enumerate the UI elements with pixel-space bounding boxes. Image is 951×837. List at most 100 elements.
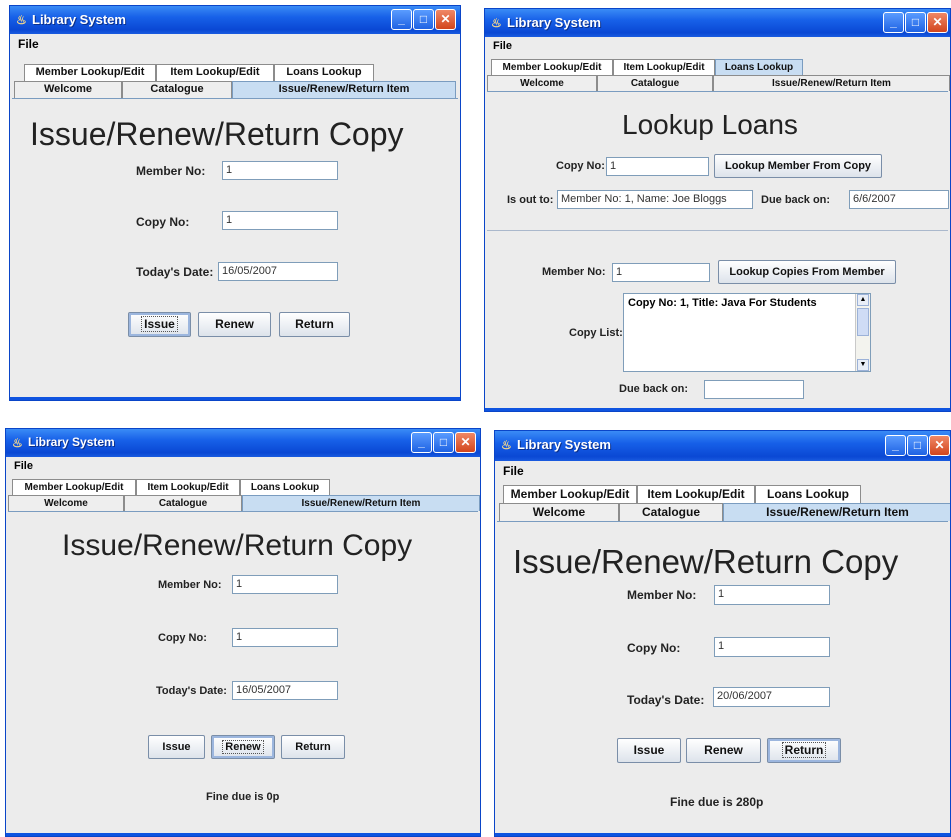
is-out-to-label: Is out to: bbox=[507, 194, 554, 206]
copy-list-label: Copy List: bbox=[569, 327, 623, 339]
tab-loans-lookup[interactable]: Loans Lookup bbox=[715, 59, 803, 75]
window-issue-3: ♨ Library System _ □ ✕ File Member Looku… bbox=[494, 430, 951, 837]
tab-item-lookup[interactable]: Item Lookup/Edit bbox=[637, 485, 755, 503]
scroll-down-icon[interactable]: ▼ bbox=[857, 359, 869, 371]
copy-no-field[interactable]: 1 bbox=[714, 637, 830, 657]
tab-catalogue[interactable]: Catalogue bbox=[597, 75, 713, 91]
tab-issue-renew-return[interactable]: Issue/Renew/Return Item bbox=[242, 495, 480, 511]
title-bar[interactable]: ♨ Library System _ □ ✕ bbox=[485, 9, 950, 37]
issue-button[interactable]: Issue bbox=[128, 312, 191, 337]
issue-button[interactable]: Issue bbox=[617, 738, 681, 763]
todays-date-field[interactable]: 20/06/2007 bbox=[713, 687, 830, 707]
tab-issue-renew-return[interactable]: Issue/Renew/Return Item bbox=[713, 75, 950, 91]
tab-member-lookup[interactable]: Member Lookup/Edit bbox=[12, 479, 136, 495]
todays-date-field[interactable]: 16/05/2007 bbox=[232, 681, 338, 700]
java-app-icon: ♨ bbox=[12, 436, 23, 450]
minimize-icon[interactable]: _ bbox=[411, 432, 432, 453]
window-title: Library System bbox=[28, 435, 115, 449]
tab-loans-lookup[interactable]: Loans Lookup bbox=[274, 64, 374, 81]
member-no-label: Member No: bbox=[158, 579, 222, 591]
section-separator bbox=[487, 230, 948, 231]
title-bar[interactable]: ♨ Library System _ □ ✕ bbox=[495, 431, 950, 461]
maximize-icon[interactable]: □ bbox=[907, 435, 928, 456]
minimize-icon[interactable]: _ bbox=[885, 435, 906, 456]
close-icon[interactable]: ✕ bbox=[455, 432, 476, 453]
window-lookup-loans: ♨ Library System _ □ ✕ File Member Looku… bbox=[484, 8, 951, 412]
tab-member-lookup[interactable]: Member Lookup/Edit bbox=[503, 485, 637, 503]
window-issue-1: ♨ Library System _ □ ✕ File Member Looku… bbox=[9, 5, 461, 401]
tab-item-lookup[interactable]: Item Lookup/Edit bbox=[156, 64, 274, 81]
close-icon[interactable]: ✕ bbox=[929, 435, 950, 456]
tab-issue-renew-return[interactable]: Issue/Renew/Return Item bbox=[723, 503, 950, 521]
tab-loans-lookup[interactable]: Loans Lookup bbox=[240, 479, 330, 495]
window-title: Library System bbox=[32, 12, 126, 27]
maximize-icon[interactable]: □ bbox=[905, 12, 926, 33]
tab-issue-renew-return[interactable]: Issue/Renew/Return Item bbox=[232, 81, 456, 98]
lookup-member-from-copy-button[interactable]: Lookup Member From Copy bbox=[714, 154, 882, 178]
tab-welcome[interactable]: Welcome bbox=[8, 495, 124, 511]
issue-button[interactable]: Issue bbox=[148, 735, 205, 759]
menu-file[interactable]: File bbox=[493, 40, 512, 52]
tab-item-lookup[interactable]: Item Lookup/Edit bbox=[613, 59, 715, 75]
tab-welcome[interactable]: Welcome bbox=[14, 81, 122, 98]
scroll-thumb[interactable] bbox=[857, 308, 869, 336]
renew-button[interactable]: Renew bbox=[198, 312, 271, 337]
tab-catalogue[interactable]: Catalogue bbox=[122, 81, 232, 98]
maximize-icon[interactable]: □ bbox=[413, 9, 434, 30]
tab-item-lookup[interactable]: Item Lookup/Edit bbox=[136, 479, 240, 495]
due-back-on-field[interactable]: 6/6/2007 bbox=[849, 190, 949, 209]
is-out-to-field[interactable]: Member No: 1, Name: Joe Bloggs bbox=[557, 190, 753, 209]
copy-list[interactable]: Copy No: 1, Title: Java For Students ▲ ▼ bbox=[623, 293, 871, 372]
tab-catalogue[interactable]: Catalogue bbox=[619, 503, 723, 521]
menu-file[interactable]: File bbox=[503, 464, 524, 478]
renew-button[interactable]: Renew bbox=[686, 738, 761, 763]
menu-file[interactable]: File bbox=[14, 460, 33, 472]
menu-bar: File bbox=[10, 34, 460, 54]
tab-catalogue[interactable]: Catalogue bbox=[124, 495, 242, 511]
return-button[interactable]: Return bbox=[767, 738, 841, 763]
maximize-icon[interactable]: □ bbox=[433, 432, 454, 453]
page-title: Issue/Renew/Return Copy bbox=[513, 543, 899, 580]
copy-list-scrollbar[interactable]: ▲ ▼ bbox=[855, 294, 870, 371]
copy-list-item[interactable]: Copy No: 1, Title: Java For Students bbox=[628, 297, 817, 309]
todays-date-field[interactable]: 16/05/2007 bbox=[218, 262, 338, 281]
due-back-on-label-2: Due back on: bbox=[619, 383, 689, 395]
tab-divider bbox=[12, 98, 458, 99]
title-bar[interactable]: ♨ Library System _ □ ✕ bbox=[10, 6, 460, 34]
tab-member-lookup[interactable]: Member Lookup/Edit bbox=[491, 59, 613, 75]
tab-member-lookup[interactable]: Member Lookup/Edit bbox=[24, 64, 156, 81]
scroll-up-icon[interactable]: ▲ bbox=[857, 294, 869, 306]
lookup-copies-from-member-button[interactable]: Lookup Copies From Member bbox=[718, 260, 896, 284]
tab-divider bbox=[487, 91, 948, 92]
member-no-field[interactable]: 1 bbox=[714, 585, 830, 605]
window-title: Library System bbox=[507, 15, 601, 30]
copy-no-label: Copy No: bbox=[556, 160, 605, 172]
page-title: Lookup Loans bbox=[622, 109, 798, 140]
tab-welcome[interactable]: Welcome bbox=[499, 503, 619, 521]
tab-welcome[interactable]: Welcome bbox=[487, 75, 597, 91]
fine-due-text: Fine due is 0p bbox=[206, 791, 280, 803]
copy-no-label: Copy No: bbox=[627, 641, 681, 655]
return-button[interactable]: Return bbox=[279, 312, 350, 337]
member-no-field[interactable]: 1 bbox=[612, 263, 710, 282]
return-button[interactable]: Return bbox=[281, 735, 345, 759]
minimize-icon[interactable]: _ bbox=[883, 12, 904, 33]
copy-no-field[interactable]: 1 bbox=[222, 211, 338, 230]
close-icon[interactable]: ✕ bbox=[927, 12, 948, 33]
close-icon[interactable]: ✕ bbox=[435, 9, 456, 30]
due-back-on-field-2[interactable] bbox=[704, 380, 804, 399]
todays-date-label: Today's Date: bbox=[136, 265, 214, 279]
renew-button[interactable]: Renew bbox=[211, 735, 275, 759]
menu-bar: File bbox=[6, 457, 480, 477]
menu-file[interactable]: File bbox=[18, 37, 39, 51]
member-no-field[interactable]: 1 bbox=[222, 161, 338, 180]
page-title: Issue/Renew/Return Copy bbox=[62, 529, 413, 562]
todays-date-label: Today's Date: bbox=[156, 685, 227, 697]
tab-loans-lookup[interactable]: Loans Lookup bbox=[755, 485, 861, 503]
minimize-icon[interactable]: _ bbox=[391, 9, 412, 30]
menu-bar: File bbox=[495, 461, 950, 481]
title-bar[interactable]: ♨ Library System _ □ ✕ bbox=[6, 429, 480, 457]
copy-no-field[interactable]: 1 bbox=[232, 628, 338, 647]
member-no-field[interactable]: 1 bbox=[232, 575, 338, 594]
copy-no-field[interactable]: 1 bbox=[606, 157, 709, 176]
